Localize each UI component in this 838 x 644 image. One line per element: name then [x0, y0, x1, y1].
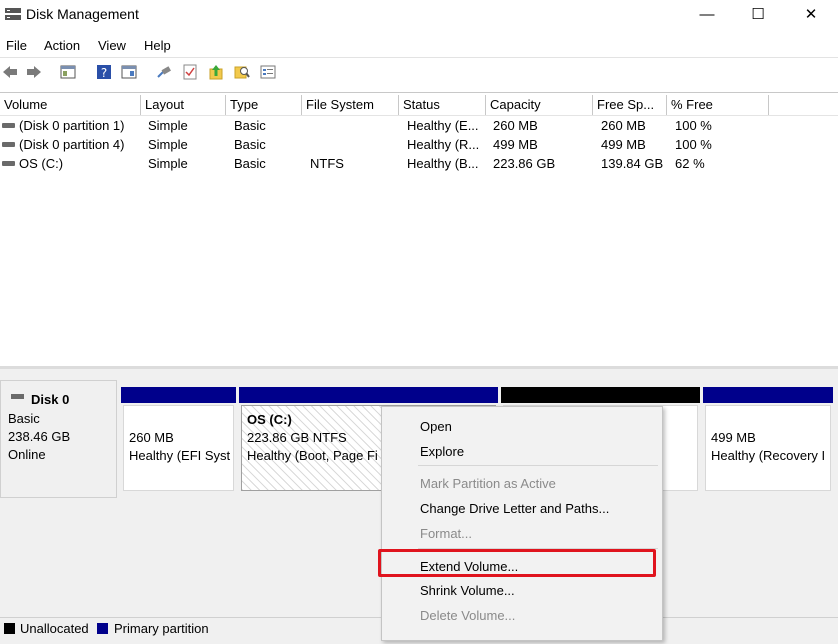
cell-capacity: 260 MB: [493, 118, 538, 133]
menu-item-change-drive-letter[interactable]: Change Drive Letter and Paths...: [420, 501, 609, 516]
partition-size: 223.86 GB NTFS: [247, 430, 347, 445]
legend-unallocated: Unallocated: [20, 621, 89, 636]
menu-item-delete-volume: Delete Volume...: [420, 608, 516, 623]
cell-layout: Simple: [148, 137, 188, 152]
partition-recovery[interactable]: 499 MB Healthy (Recovery I: [703, 387, 833, 491]
unallocated-swatch: [4, 623, 15, 634]
partition-bar: [703, 387, 833, 403]
cell-percent-free: 100 %: [675, 118, 712, 133]
close-button[interactable]: ✕: [788, 0, 834, 30]
primary-partition-swatch: [97, 623, 108, 634]
forward-icon[interactable]: [26, 64, 42, 80]
volume-icon: [2, 142, 15, 147]
console-tree-icon[interactable]: [60, 64, 76, 80]
cell-status: Healthy (B...: [407, 156, 479, 171]
column-free-space[interactable]: Free Sp...: [593, 95, 667, 115]
table-row[interactable]: (Disk 0 partition 4) Simple Basic Health…: [0, 137, 838, 156]
column-layout[interactable]: Layout: [141, 95, 226, 115]
cell-free-space: 139.84 GB: [601, 156, 664, 171]
partition-body: 260 MB Healthy (EFI Syst: [123, 405, 234, 491]
menu-action[interactable]: Action: [44, 38, 80, 53]
cell-layout: Simple: [148, 118, 188, 133]
volume-icon: [2, 123, 15, 128]
disk-type: Basic: [8, 411, 40, 426]
toolbar: ?: [0, 57, 838, 88]
table-row[interactable]: (Disk 0 partition 1) Simple Basic Health…: [0, 118, 838, 137]
search-icon[interactable]: [234, 64, 250, 80]
connect-icon[interactable]: [156, 64, 172, 80]
title-bar: Disk Management — ☐ ✕: [0, 0, 838, 30]
cell-file-system: NTFS: [310, 156, 344, 171]
disk-size: 238.46 GB: [8, 429, 71, 444]
partition-title: OS (C:): [247, 412, 292, 427]
column-capacity[interactable]: Capacity: [486, 95, 593, 115]
cell-capacity: 499 MB: [493, 137, 538, 152]
volume-icon: [2, 161, 15, 166]
header-divider: [0, 115, 838, 116]
menu-separator: [418, 465, 658, 466]
cell-free-space: 499 MB: [601, 137, 646, 152]
menu-help[interactable]: Help: [144, 38, 171, 53]
menu-item-shrink-volume[interactable]: Shrink Volume...: [420, 583, 515, 598]
cell-capacity: 223.86 GB: [493, 156, 556, 171]
column-volume[interactable]: Volume: [0, 95, 141, 115]
partition-bar: [501, 387, 700, 403]
partition-body: 499 MB Healthy (Recovery I: [705, 405, 831, 491]
menu-file[interactable]: File: [6, 38, 27, 53]
cell-layout: Simple: [148, 156, 188, 171]
window-title: Disk Management: [26, 6, 139, 22]
partition-size: 260 MB: [129, 430, 174, 445]
column-percent-free[interactable]: % Free: [667, 95, 769, 115]
up-arrow-icon[interactable]: [208, 64, 224, 80]
help-icon[interactable]: ?: [96, 64, 112, 80]
menu-view[interactable]: View: [98, 38, 126, 53]
partition-efi[interactable]: 260 MB Healthy (EFI Syst: [121, 387, 236, 491]
partition-bar: [239, 387, 498, 403]
disk-icon: [11, 394, 24, 399]
cell-volume: (Disk 0 partition 1): [19, 118, 125, 133]
maximize-button[interactable]: ☐: [735, 0, 781, 30]
menu-item-mark-active: Mark Partition as Active: [420, 476, 556, 491]
cell-free-space: 260 MB: [601, 118, 646, 133]
partition-status: Healthy (Recovery I: [711, 448, 826, 463]
cell-percent-free: 62 %: [675, 156, 705, 171]
disk-state: Online: [8, 447, 46, 462]
disk-name: Disk 0: [31, 392, 70, 407]
disk-label[interactable]: Disk 0 Basic 238.46 GB Online: [0, 380, 117, 498]
cell-volume: (Disk 0 partition 4): [19, 137, 125, 152]
disk-management-icon: [5, 8, 21, 20]
menu-item-explore[interactable]: Explore: [420, 444, 464, 459]
partition-status: Healthy (EFI Syst: [129, 448, 231, 463]
back-icon[interactable]: [2, 64, 18, 80]
menu-item-open[interactable]: Open: [420, 419, 452, 434]
cell-volume: OS (C:): [19, 156, 64, 171]
column-file-system[interactable]: File System: [302, 95, 399, 115]
partition-size: 499 MB: [711, 430, 756, 445]
table-row[interactable]: OS (C:) Simple Basic NTFS Healthy (B... …: [0, 156, 838, 175]
legend-primary-partition: Primary partition: [114, 621, 209, 636]
check-icon[interactable]: [182, 64, 198, 80]
menu-bar: File Action View Help: [0, 35, 838, 55]
context-menu: Open Explore Mark Partition as Active Ch…: [381, 406, 663, 641]
cell-type: Basic: [234, 118, 266, 133]
cell-status: Healthy (E...: [407, 118, 479, 133]
list-icon[interactable]: [260, 64, 276, 80]
partition-status: Healthy (Boot, Page Fi: [247, 448, 378, 463]
cell-percent-free: 100 %: [675, 137, 712, 152]
menu-item-format: Format...: [420, 526, 473, 541]
cell-type: Basic: [234, 137, 266, 152]
column-type[interactable]: Type: [226, 95, 302, 115]
cell-status: Healthy (R...: [407, 137, 480, 152]
column-status[interactable]: Status: [399, 95, 486, 115]
volume-list: Volume Layout Type File System Status Ca…: [0, 92, 838, 367]
extend-volume-highlight: [378, 549, 656, 577]
svg-text:?: ?: [101, 66, 107, 80]
properties-icon[interactable]: [121, 64, 137, 80]
cell-type: Basic: [234, 156, 266, 171]
minimize-button[interactable]: —: [684, 0, 730, 30]
partition-bar: [121, 387, 236, 403]
